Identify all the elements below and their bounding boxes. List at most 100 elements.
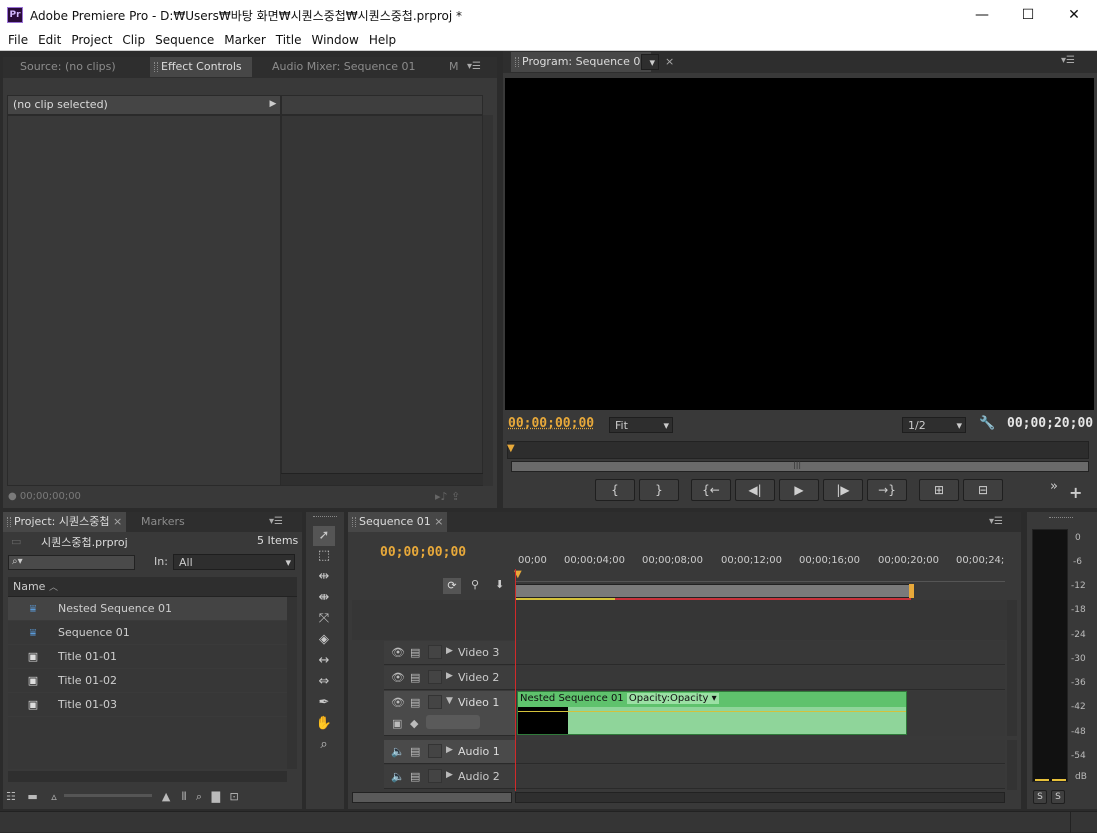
razor-tool-icon[interactable]: ◈ <box>313 630 335 650</box>
extract-button[interactable]: ⊟ <box>963 479 1003 501</box>
ripple-edit-tool-icon[interactable]: ⇹ <box>313 567 335 587</box>
panel-menu-icon[interactable]: ▾☰ <box>467 61 481 72</box>
rolling-edit-tool-icon[interactable]: ⇼ <box>313 588 335 608</box>
list-item[interactable]: ⩸ Nested Sequence 01 <box>8 597 287 621</box>
search-input[interactable]: ⌕▾ <box>8 555 135 570</box>
panel-menu-icon[interactable]: ▾☰ <box>269 516 283 527</box>
panel-menu-icon[interactable]: ▾☰ <box>1061 55 1075 66</box>
menu-file[interactable]: File <box>3 30 33 50</box>
keyframe-icon[interactable]: ◆ <box>410 717 418 730</box>
project-scrollbar[interactable] <box>287 597 297 769</box>
lock-box[interactable] <box>428 695 442 709</box>
menu-edit[interactable]: Edit <box>33 30 66 50</box>
work-area-end[interactable] <box>909 584 914 598</box>
fit-dropdown[interactable]: Fit <box>609 417 673 433</box>
expand-icon[interactable]: ▶ <box>446 646 453 656</box>
list-item[interactable]: ▣ Title 01-02 <box>8 669 287 693</box>
slip-tool-icon[interactable]: ↔ <box>313 651 335 671</box>
solo-left-button[interactable]: S <box>1033 790 1047 804</box>
sync-lock-icon[interactable]: ▤ <box>410 671 420 684</box>
in-filter-dropdown[interactable]: All <box>173 554 295 570</box>
list-item[interactable]: ▣ Title 01-01 <box>8 645 287 669</box>
lift-button[interactable]: ⊞ <box>919 479 959 501</box>
go-to-in-button[interactable]: {← <box>691 479 731 501</box>
audio-icons[interactable]: ▸♪ ⇪ <box>435 490 460 503</box>
eye-icon[interactable]: 👁 <box>391 646 405 659</box>
playhead-marker-icon[interactable]: ▼ <box>507 443 515 454</box>
tab-metadata[interactable]: M <box>445 57 463 77</box>
lock-box[interactable] <box>428 744 442 758</box>
timeline-timecode[interactable]: 00;00;00;00 <box>380 545 466 560</box>
name-column-header[interactable]: Name ︿ <box>8 577 297 597</box>
sync-lock-icon[interactable]: ▤ <box>410 696 420 709</box>
expand-icon[interactable]: ▶ <box>446 671 453 681</box>
track-header-video1[interactable]: 👁 ▤ ▼ Video 1 ▣ ◆ <box>384 691 515 736</box>
more-controls-button[interactable]: » <box>1050 479 1058 494</box>
program-time-ruler[interactable] <box>507 441 1089 459</box>
selection-tool-icon[interactable]: ➚ <box>313 526 335 546</box>
snap-icon[interactable]: ⟳ <box>443 578 461 594</box>
button-editor-add[interactable]: + <box>1069 483 1082 502</box>
collapse-icon[interactable]: ▼ <box>446 696 453 706</box>
step-forward-button[interactable]: |▶ <box>823 479 863 501</box>
minimize-button[interactable]: — <box>959 0 1005 30</box>
eye-icon[interactable]: 👁 <box>391 696 405 709</box>
tab-markers[interactable]: Markers <box>131 512 195 532</box>
program-timecode[interactable]: 00;00;00;00 <box>508 416 594 431</box>
menu-window[interactable]: Window <box>306 30 363 50</box>
tab-project[interactable]: Project: 시퀀스중첩 × <box>3 512 127 532</box>
tab-program[interactable]: Program: Sequence 01 <box>511 52 652 72</box>
sync-lock-icon[interactable]: ▤ <box>410 745 420 758</box>
effect-hscroll[interactable] <box>281 473 483 485</box>
clip-fx-dropdown[interactable]: Opacity:Opacity ▾ <box>626 693 719 704</box>
zoom-slider[interactable] <box>64 794 153 797</box>
list-item[interactable]: ▣ Title 01-03 <box>8 693 287 717</box>
close-tab-icon[interactable]: × <box>113 515 122 528</box>
menu-help[interactable]: Help <box>364 30 401 50</box>
zoom-grip-icon[interactable]: ||| <box>793 460 801 469</box>
close-tab-icon[interactable]: × <box>665 55 674 68</box>
icon-view-icon[interactable]: ▬ <box>27 790 37 803</box>
video-vscroll[interactable] <box>1007 600 1017 736</box>
sync-lock-icon[interactable]: ▤ <box>410 770 420 783</box>
header-hscroll[interactable] <box>352 792 512 803</box>
nested-sequence-clip[interactable]: Nested Sequence 01 Opacity:Opacity ▾ <box>517 691 907 735</box>
close-tab-icon[interactable]: × <box>434 515 443 528</box>
find-icon[interactable]: ⌕ <box>196 790 202 803</box>
track-lane-audio1[interactable] <box>515 740 1005 764</box>
time-ruler[interactable]: 00;00 00;00;04;00 00;00;08;00 00;00;12;0… <box>515 553 1005 571</box>
tab-effect-controls[interactable]: Effect Controls <box>150 57 252 77</box>
sync-lock-icon[interactable]: ▤ <box>410 646 420 659</box>
pen-tool-icon[interactable]: ✒ <box>313 693 335 713</box>
zoom-in-icon[interactable]: ▲ <box>162 790 170 803</box>
track-select-tool-icon[interactable]: ⬚ <box>313 546 335 566</box>
lock-box[interactable] <box>428 670 442 684</box>
menu-title[interactable]: Title <box>271 30 307 50</box>
project-hscroll[interactable] <box>8 771 287 782</box>
slide-tool-icon[interactable]: ⇔ <box>313 672 335 692</box>
expand-icon[interactable]: ▶ <box>446 770 453 780</box>
track-header-video2[interactable]: 👁 ▤ ▶ Video 2 <box>384 666 515 690</box>
wrench-icon[interactable]: 🔧 <box>979 416 995 431</box>
mark-out-button[interactable]: } <box>639 479 679 501</box>
hand-tool-icon[interactable]: ✋ <box>313 714 335 734</box>
speaker-icon[interactable]: 🔈 <box>391 745 405 758</box>
program-dropdown[interactable] <box>641 54 659 70</box>
mark-in-button[interactable]: { <box>595 479 635 501</box>
tab-audio-mixer[interactable]: Audio Mixer: Sequence 01 <box>262 57 426 77</box>
zoom-out-icon[interactable]: ▵ <box>51 790 57 803</box>
list-item[interactable]: ⩸ Sequence 01 <box>8 621 287 645</box>
display-style-icon[interactable]: ▣ <box>392 717 402 730</box>
list-view-icon[interactable]: ☷ <box>6 790 16 803</box>
zoom-tool-icon[interactable]: ⌕ <box>313 735 335 755</box>
menu-project[interactable]: Project <box>66 30 117 50</box>
eye-icon[interactable]: 👁 <box>391 671 405 684</box>
effect-scrollbar[interactable] <box>483 115 493 486</box>
timeline-hscroll[interactable] <box>515 792 1005 803</box>
new-bin-icon[interactable]: ▇ <box>212 790 220 803</box>
expand-arrow-icon[interactable]: ▶ <box>265 95 281 115</box>
speaker-icon[interactable]: 🔈 <box>391 770 405 783</box>
play-button[interactable]: ▶ <box>779 479 819 501</box>
menu-clip[interactable]: Clip <box>117 30 150 50</box>
automate-icon[interactable]: ⫴ <box>182 790 187 803</box>
